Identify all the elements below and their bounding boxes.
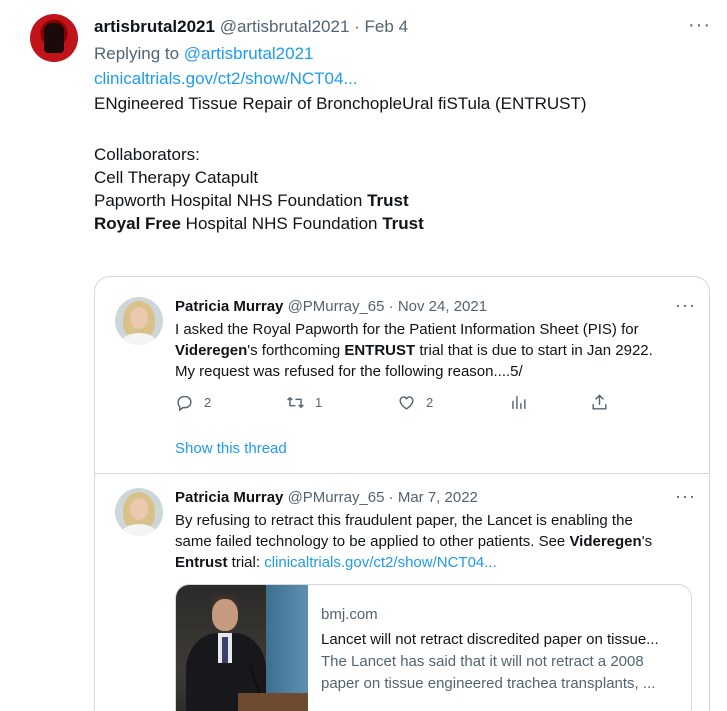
reply-count: 2 — [204, 395, 212, 410]
retweet-icon — [287, 396, 304, 409]
separator: · — [388, 489, 394, 506]
share-button[interactable] — [590, 393, 609, 412]
quote-avatar-1[interactable] — [115, 297, 163, 345]
videregen-bold: Videregen — [175, 342, 248, 359]
quote-2-handle[interactable]: @PMurray_65 — [288, 489, 385, 506]
quote-1-header: Patricia Murray @PMurray_65 · Nov 24, 20… — [175, 297, 487, 317]
quote-2-line-2: same failed technology to be applied to … — [175, 531, 695, 552]
card-text: bmj.com Lancet will not retract discredi… — [321, 605, 681, 695]
videregen-bold: Videregen — [569, 533, 642, 550]
clinicaltrials-link[interactable]: clinicaltrials.gov/ct2/show/NCT04... — [264, 554, 497, 571]
show-thread-link[interactable]: Show this thread — [175, 440, 287, 457]
collaborator-3-plain: Hospital NHS Foundation — [180, 214, 383, 233]
retweet-count: 1 — [315, 395, 323, 410]
card-image — [176, 585, 308, 711]
author-avatar[interactable] — [30, 14, 78, 62]
collaborator-3-bold-b: Trust — [382, 214, 424, 233]
replying-prefix: Replying to — [94, 44, 184, 63]
quote-1-name[interactable]: Patricia Murray — [175, 298, 283, 315]
collaborator-3-bold-a: Royal Free — [94, 214, 181, 233]
entrust-bold: Entrust — [175, 554, 228, 571]
reply-button[interactable]: 2 — [175, 393, 211, 412]
quote-2-date[interactable]: Mar 7, 2022 — [398, 489, 478, 506]
quote-1-line-3: My request was refused for the following… — [175, 363, 523, 380]
more-icon[interactable]: ··· — [688, 14, 711, 37]
quote-2-line-1: By refusing to retract this fraudulent p… — [175, 512, 633, 529]
tweet: artisbrutal2021 @artisbrutal2021 · Feb 4… — [0, 0, 727, 711]
card-desc-line-1: The Lancet has said that it will not ret… — [321, 653, 644, 670]
author-name[interactable]: artisbrutal2021 — [94, 17, 215, 36]
quote-1-date[interactable]: Nov 24, 2021 — [398, 298, 487, 315]
quote-1-line-2-plain-b: trial that is due to start in Jan 2922. — [415, 342, 653, 359]
reply-icon — [177, 395, 192, 412]
retweet-button[interactable]: 1 — [286, 393, 322, 412]
like-button[interactable]: 2 — [397, 393, 433, 412]
quote-1-line-2: Videregen's forthcoming ENTRUST trial th… — [175, 340, 695, 361]
collaborator-3: Royal Free Hospital NHS Foundation Trust — [94, 212, 424, 236]
card-domain: bmj.com — [321, 606, 378, 623]
quote-2-text: By refusing to retract this fraudulent p… — [175, 510, 695, 573]
collaborator-2: Papworth Hospital NHS Foundation Trust — [94, 189, 409, 213]
divider — [95, 473, 709, 474]
quoted-thread[interactable]: Patricia Murray @PMurray_65 · Nov 24, 20… — [94, 276, 710, 711]
collaborators-label: Collaborators: — [94, 145, 200, 164]
collaborator-2-bold: Trust — [367, 191, 409, 210]
quote-2-line-3: Entrust trial: clinicaltrials.gov/ct2/sh… — [175, 552, 695, 573]
like-count: 2 — [426, 395, 434, 410]
replying-to: Replying to @artisbrutal2021 — [94, 42, 314, 66]
card-title: Lancet will not retract discredited pape… — [321, 631, 659, 648]
link-card[interactable]: bmj.com Lancet will not retract discredi… — [175, 584, 692, 711]
quote-1-line-1: I asked the Royal Papworth for the Patie… — [175, 321, 639, 338]
quote-2-name[interactable]: Patricia Murray — [175, 489, 283, 506]
separator: · — [388, 298, 394, 315]
more-icon[interactable]: ··· — [675, 486, 696, 507]
entrust-bold: ENTRUST — [344, 342, 416, 359]
author-handle[interactable]: @artisbrutal2021 — [220, 17, 350, 36]
collaborator-2-plain: Papworth Hospital NHS Foundation — [94, 191, 368, 210]
quote-2-line-2-plain: same failed technology to be applied to … — [175, 533, 570, 550]
separator: · — [354, 17, 360, 36]
quote-avatar-2[interactable] — [115, 488, 163, 536]
tweet-link-line: clinicaltrials.gov/ct2/show/NCT04... — [94, 67, 358, 91]
more-icon[interactable]: ··· — [675, 295, 696, 316]
quote-1-handle[interactable]: @PMurray_65 — [288, 298, 385, 315]
like-icon — [399, 396, 414, 410]
views-button[interactable] — [509, 393, 528, 412]
share-icon — [592, 394, 607, 410]
views-icon — [512, 396, 526, 409]
quote-2-line-3-plain: trial: — [227, 554, 265, 571]
quote-1-line-2-plain-a: 's forthcoming — [247, 342, 345, 359]
quote-1-text: I asked the Royal Papworth for the Patie… — [175, 319, 695, 382]
tweet-header: artisbrutal2021 @artisbrutal2021 · Feb 4 — [94, 17, 408, 37]
tweet-date[interactable]: Feb 4 — [365, 17, 408, 36]
quote-2-line-2-tail: 's — [641, 533, 653, 550]
collaborator-1: Cell Therapy Catapult — [94, 168, 259, 187]
replying-handle-link[interactable]: @artisbrutal2021 — [184, 44, 314, 63]
tweet-title-line: ENgineered Tissue Repair of BronchopleUr… — [94, 94, 587, 113]
clinicaltrials-link[interactable]: clinicaltrials.gov/ct2/show/NCT04... — [94, 69, 358, 88]
quote-2-header: Patricia Murray @PMurray_65 · Mar 7, 202… — [175, 488, 478, 508]
quote-1-actions: 2 1 2 — [175, 393, 615, 415]
card-desc-line-2: paper on tissue engineered trachea trans… — [321, 675, 656, 692]
